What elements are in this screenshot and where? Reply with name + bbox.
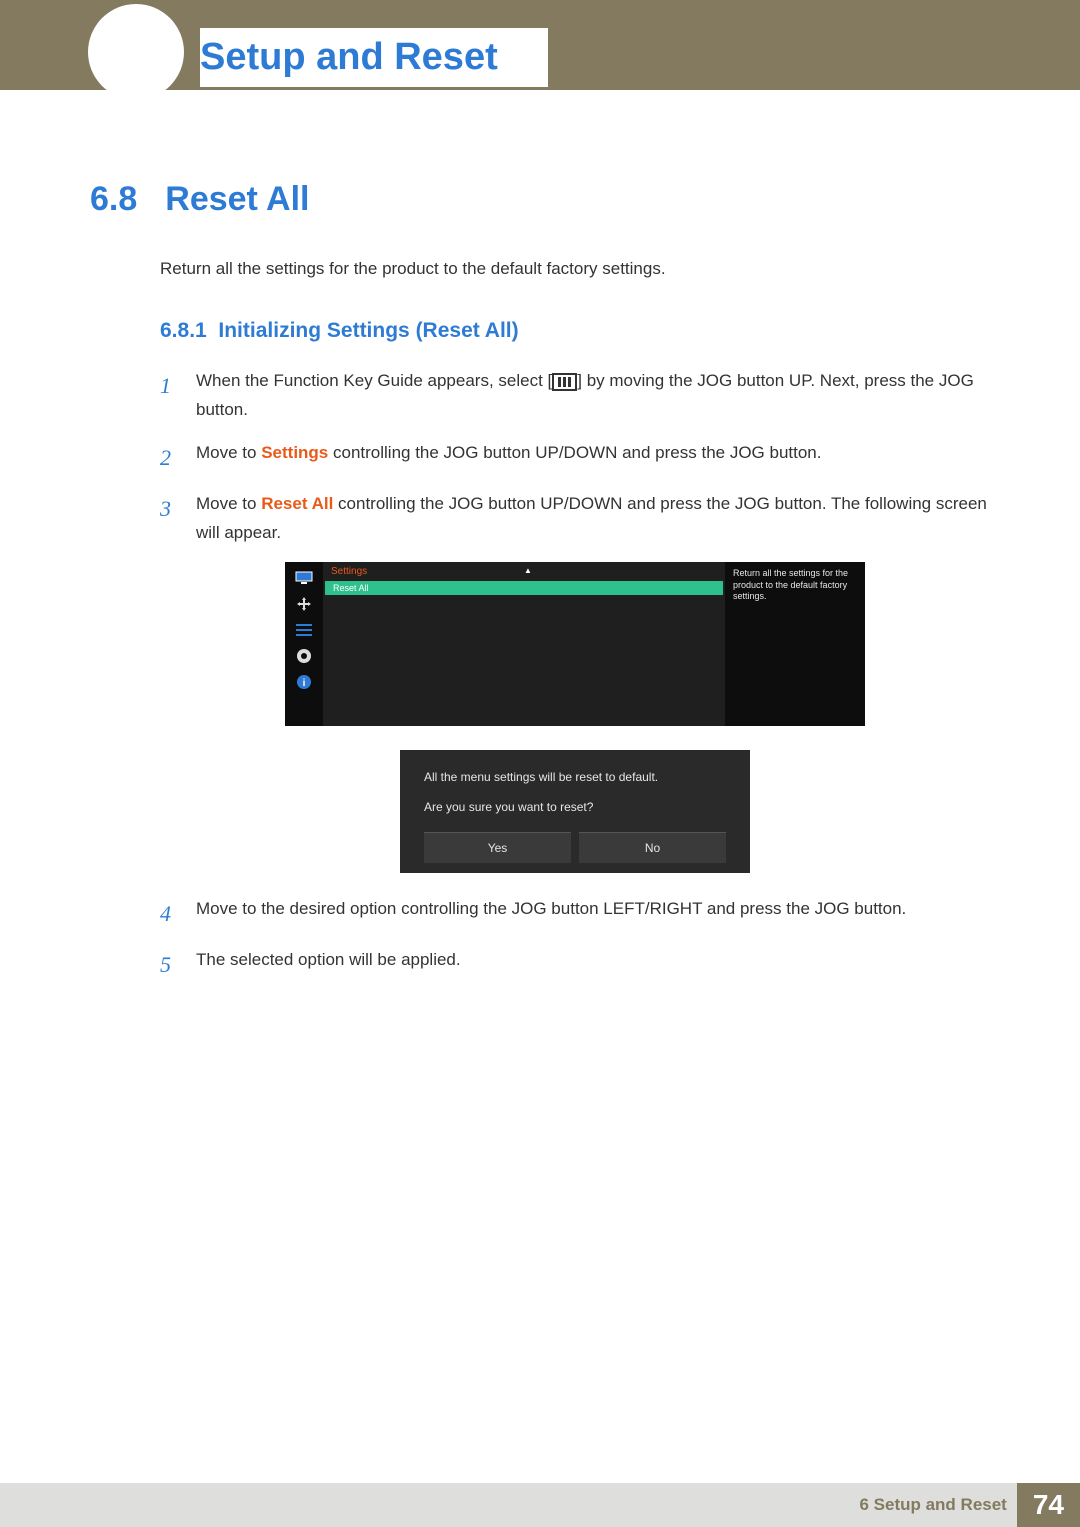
osd-selected-row: Reset All xyxy=(325,581,723,595)
confirm-dialog-screenshot: All the menu settings will be reset to d… xyxy=(400,750,750,873)
step-body: Move to Settings controlling the JOG but… xyxy=(196,439,990,476)
page-number: 74 xyxy=(1017,1483,1080,1527)
step-highlight: Settings xyxy=(261,443,328,462)
step-number: 2 xyxy=(160,439,178,476)
osd-settings-screenshot: i Settings ▲ Reset All Return all the se… xyxy=(285,562,865,726)
section-intro: Return all the settings for the product … xyxy=(160,259,990,279)
footer-chapter: 6 Setup and Reset xyxy=(859,1495,1006,1515)
dialog-question: Are you sure you want to reset? xyxy=(424,800,726,814)
chevron-up-icon: ▲ xyxy=(524,566,532,575)
move-icon xyxy=(295,596,313,612)
step-1: 1 When the Function Key Guide appears, s… xyxy=(160,367,990,425)
section-title: Reset All xyxy=(165,180,309,219)
step-5: 5 The selected option will be applied. xyxy=(160,946,990,983)
step-body: When the Function Key Guide appears, sel… xyxy=(196,367,990,425)
subsection-number: 6.8.1 xyxy=(160,319,207,342)
no-button: No xyxy=(579,832,726,863)
step-number: 3 xyxy=(160,490,178,548)
page-footer: 6 Setup and Reset 74 xyxy=(0,1483,1080,1527)
step-4: 4 Move to the desired option controlling… xyxy=(160,895,990,932)
section-heading: 6.8 Reset All xyxy=(90,180,990,219)
dialog-message: All the menu settings will be reset to d… xyxy=(424,768,726,786)
menu-icon xyxy=(552,373,577,391)
page-content: 6.8 Reset All Return all the settings fo… xyxy=(90,180,990,998)
step-text: controlling the JOG button UP/DOWN and p… xyxy=(328,443,821,462)
step-body: The selected option will be applied. xyxy=(196,946,990,983)
step-2: 2 Move to Settings controlling the JOG b… xyxy=(160,439,990,476)
step-text: When the Function Key Guide appears, sel… xyxy=(196,371,552,390)
steps-list: 1 When the Function Key Guide appears, s… xyxy=(160,367,990,984)
step-highlight: Reset All xyxy=(261,494,333,513)
subsection-heading: 6.8.1 Initializing Settings (Reset All) xyxy=(160,319,990,343)
step-body: Move to the desired option controlling t… xyxy=(196,895,990,932)
osd-header: Settings ▲ xyxy=(323,562,725,581)
chapter-title: Setup and Reset xyxy=(200,28,548,87)
step-number: 1 xyxy=(160,367,178,425)
section-number: 6.8 xyxy=(90,180,137,219)
info-icon: i xyxy=(295,674,313,690)
osd-sidebar: i xyxy=(285,562,323,726)
osd-header-label: Settings xyxy=(331,566,367,577)
osd-main: Settings ▲ Reset All xyxy=(323,562,725,726)
step-text: Move to xyxy=(196,443,261,462)
osd-help-text: Return all the settings for the product … xyxy=(725,562,865,726)
step-number: 4 xyxy=(160,895,178,932)
step-body: Move to Reset All controlling the JOG bu… xyxy=(196,490,990,548)
svg-text:i: i xyxy=(303,678,306,689)
yes-button: Yes xyxy=(424,832,571,863)
step-3: 3 Move to Reset All controlling the JOG … xyxy=(160,490,990,548)
list-icon xyxy=(295,622,313,638)
step-number: 5 xyxy=(160,946,178,983)
gear-icon xyxy=(295,648,313,664)
step-text: Move to xyxy=(196,494,261,513)
header-bar: Setup and Reset xyxy=(0,0,1080,90)
subsection-title: Initializing Settings (Reset All) xyxy=(218,319,518,342)
monitor-icon xyxy=(295,570,313,586)
dialog-buttons: Yes No xyxy=(424,832,726,863)
